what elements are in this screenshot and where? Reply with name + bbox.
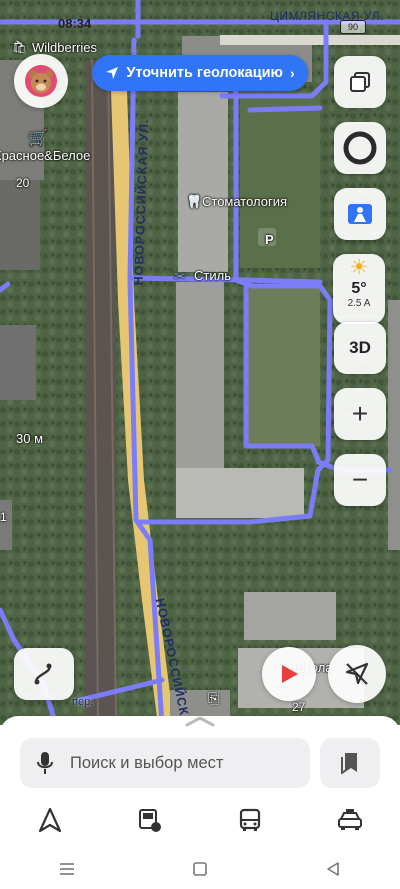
3d-toggle-button[interactable]: 3D <box>334 322 386 374</box>
bear-avatar-icon <box>25 65 57 97</box>
zoom-in-button[interactable]: + <box>334 388 386 440</box>
top-street-label: ЦИМЛЯНСКАЯ УЛ. <box>270 9 384 23</box>
nav-menu-button[interactable] <box>0 848 133 889</box>
tab-public-transport[interactable] <box>200 800 300 840</box>
layers-button[interactable] <box>334 56 386 108</box>
taxi-icon <box>338 809 362 830</box>
edge-label: 1 <box>0 510 7 524</box>
refine-location-label: Уточнить геолокацию <box>126 65 283 81</box>
home-square-icon <box>193 861 207 876</box>
style-label[interactable]: Стиль <box>194 268 231 283</box>
lane-label: пер. <box>72 696 94 708</box>
scissors-icon: ✂ <box>174 268 186 284</box>
nav-back-button[interactable] <box>267 848 400 889</box>
bookmarks-button[interactable] <box>320 738 380 788</box>
bookmarks-icon <box>341 753 357 774</box>
play-stories-button[interactable] <box>262 647 316 701</box>
microphone-icon[interactable] <box>20 751 70 775</box>
sheet-handle-icon[interactable] <box>183 714 217 728</box>
status-time: 08:34 <box>58 16 92 31</box>
bottom-tab-bar <box>0 800 400 840</box>
cart-icon: 🛒 <box>28 130 48 147</box>
distance-label: 30 м <box>16 431 44 446</box>
system-navigation-bar <box>0 848 400 889</box>
weather-widget[interactable]: ☀ 5° 2.5 A <box>333 254 385 324</box>
guide-button[interactable] <box>334 188 386 240</box>
location-off-icon <box>345 662 369 685</box>
sun-icon: ☀ <box>349 256 369 279</box>
menu-icon <box>59 862 74 875</box>
wildberries-icon: 🛍 <box>12 40 28 54</box>
search-placeholder: Поиск и выбор мест <box>70 753 224 772</box>
house-number-20: 20 <box>16 176 30 190</box>
zoom-out-button[interactable]: − <box>334 454 386 506</box>
red-white-label[interactable]: Красное&Белое <box>0 148 90 163</box>
car-service-icon <box>139 809 161 832</box>
weather-wind: 2.5 A <box>347 298 371 309</box>
nav-home-button[interactable] <box>133 848 266 889</box>
back-triangle-icon <box>327 861 340 876</box>
tooth-icon: 🦷 <box>186 194 203 209</box>
my-location-button[interactable] <box>328 645 386 703</box>
location-arrow-icon <box>106 67 119 79</box>
layers-icon <box>350 72 370 92</box>
tab-taxi[interactable] <box>300 800 400 840</box>
tab-transport-refuel[interactable] <box>100 800 200 840</box>
play-icon <box>282 665 298 683</box>
alice-assistant-button[interactable] <box>334 122 386 174</box>
guide-icon <box>348 204 372 224</box>
house-number-27: 27 <box>292 700 306 714</box>
route-button[interactable] <box>14 648 74 700</box>
route-icon <box>34 663 52 685</box>
search-field[interactable]: Поиск и выбор мест <box>20 738 310 788</box>
battery-indicator: 90 <box>340 20 366 34</box>
navigation-arrow-icon <box>38 807 62 833</box>
weather-temperature: 5° <box>351 280 367 297</box>
parking-label: P <box>265 232 274 247</box>
wildberries-label[interactable]: Wildberries <box>32 40 97 55</box>
bus-icon <box>239 808 261 831</box>
assistant-ring-icon <box>343 131 377 165</box>
chevron-right-icon: › <box>289 65 295 81</box>
tab-navigator[interactable] <box>0 800 100 840</box>
refine-location-button[interactable]: Уточнить геолокацию › <box>92 55 308 91</box>
entrance-icon: ⎘ <box>208 690 220 706</box>
profile-avatar-button[interactable] <box>14 54 68 108</box>
dentistry-label[interactable]: Стоматология <box>202 194 287 209</box>
status-bar: 08:34 ЦИМЛЯНСКАЯ УЛ. 90 <box>0 0 400 36</box>
